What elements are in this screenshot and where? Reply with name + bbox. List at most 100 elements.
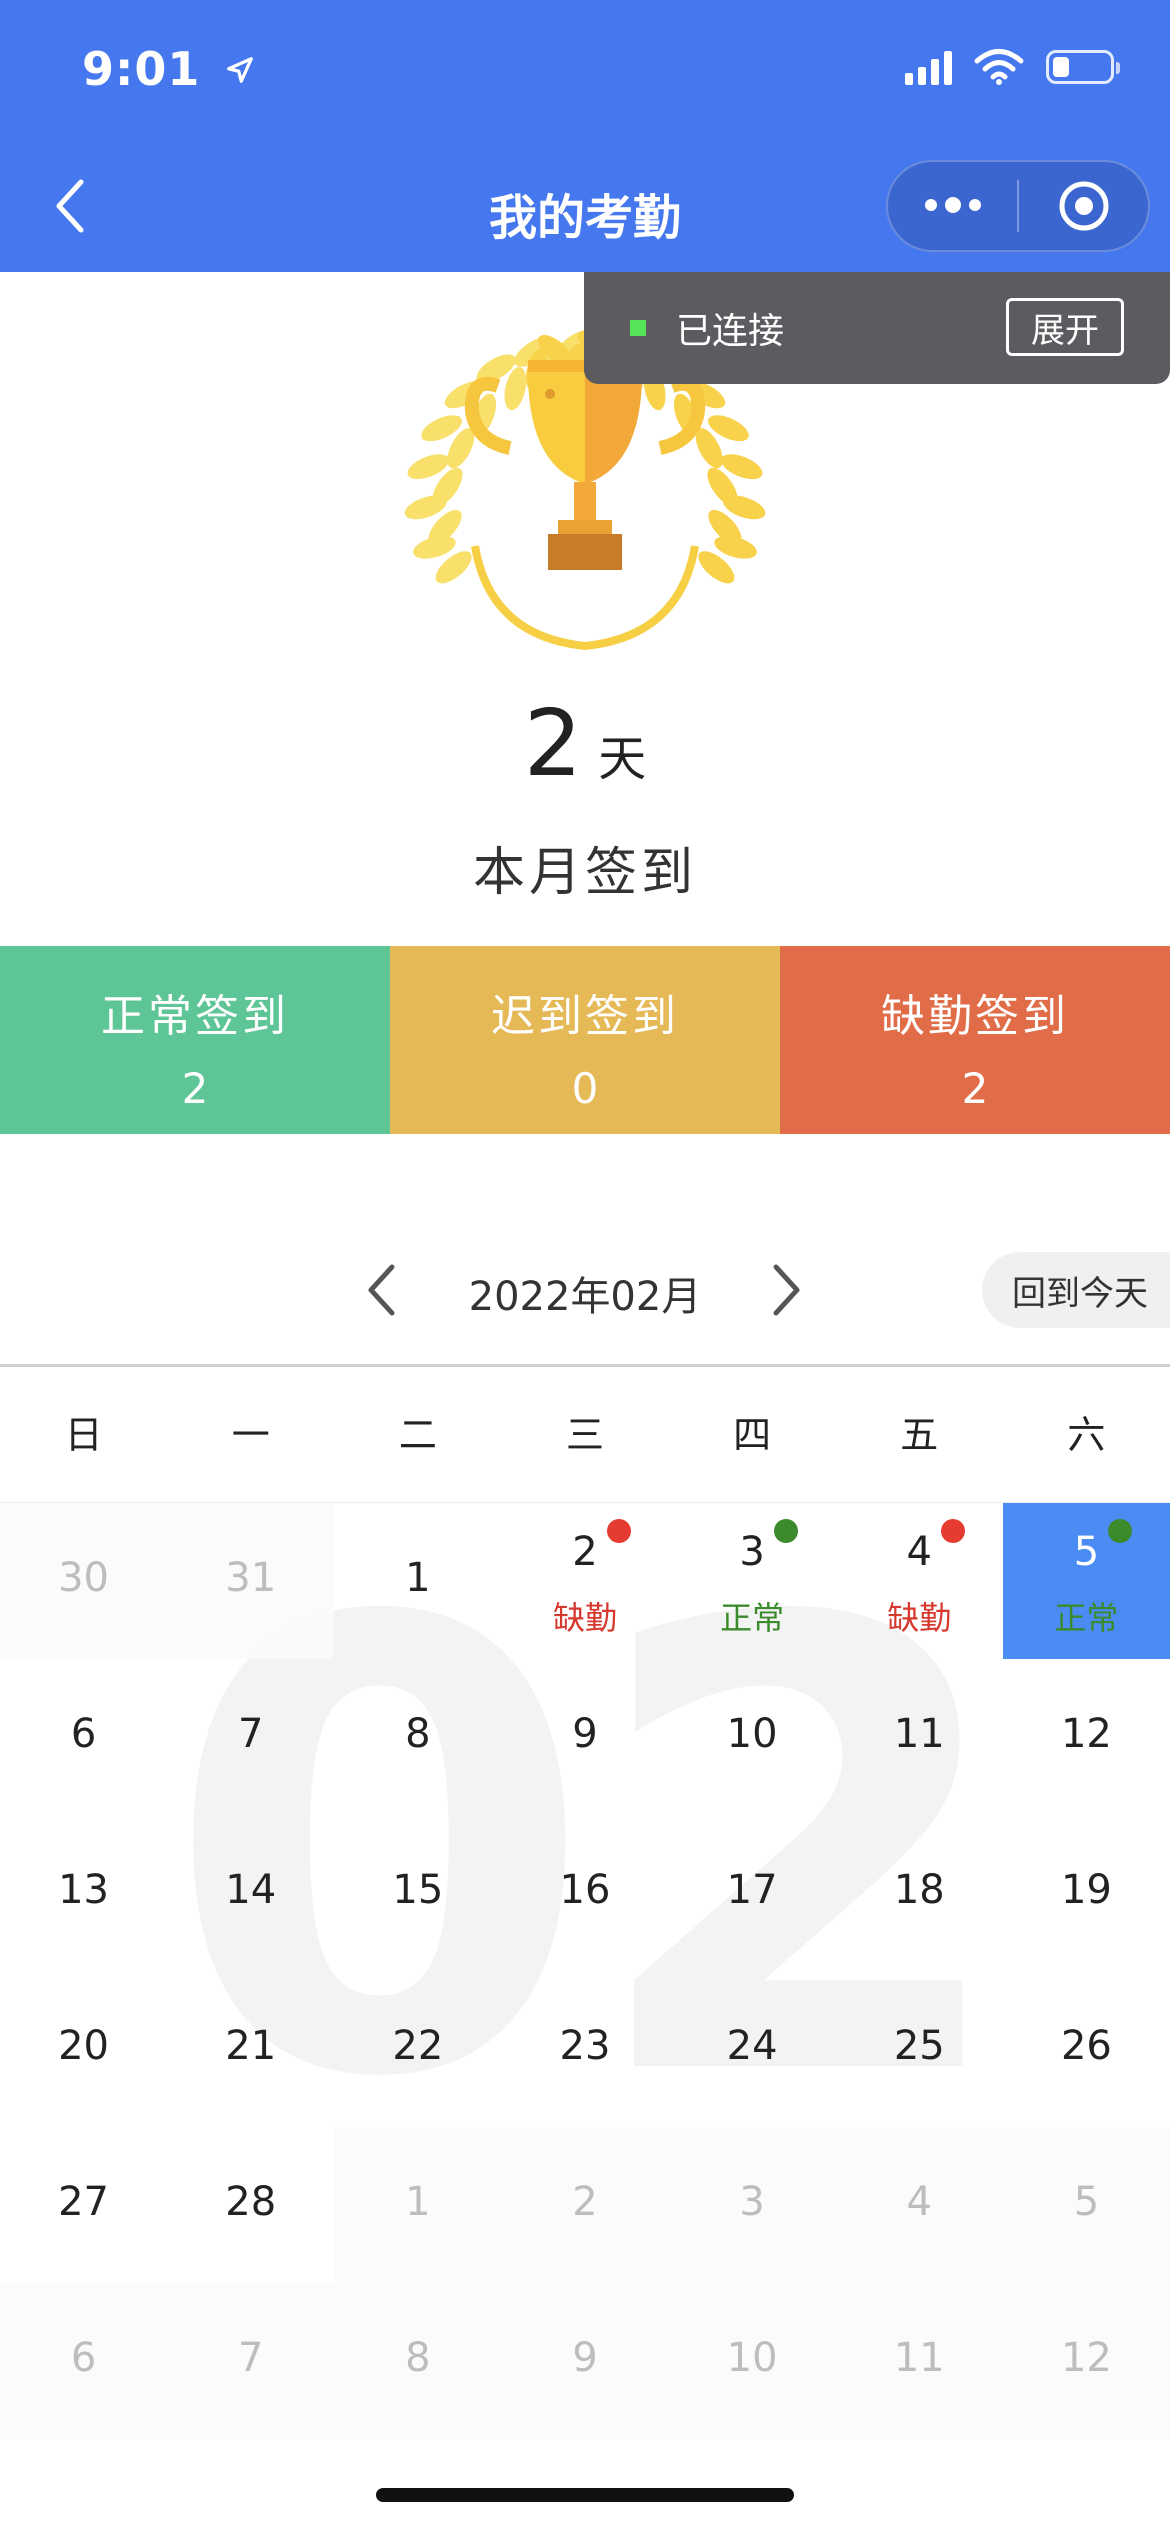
- day-number: 1: [405, 2179, 431, 2225]
- day-number: 6: [70, 1711, 97, 1757]
- day-number: 4: [906, 1529, 932, 1575]
- calendar-day[interactable]: 15: [334, 1815, 501, 1971]
- calendar-day[interactable]: 10: [668, 2283, 836, 2439]
- home-indicator: [376, 2488, 794, 2502]
- more-menu-button[interactable]: [888, 162, 1017, 250]
- calendar-day[interactable]: 11: [836, 1659, 1003, 1815]
- calendar-day[interactable]: 25: [836, 1971, 1003, 2127]
- calendar-day[interactable]: 24: [669, 1971, 836, 2127]
- previous-month-button[interactable]: [356, 1258, 406, 1322]
- calendar-day[interactable]: 9: [501, 1659, 668, 1815]
- calendar-day[interactable]: 21: [167, 1971, 334, 2127]
- wifi-icon: [974, 49, 1024, 85]
- day-number: 13: [58, 1867, 110, 1913]
- weekday-header: 日 一 二 三 四 五 六: [0, 1367, 1170, 1503]
- connection-status-text: 已连接: [676, 311, 785, 352]
- status-dot-icon: [773, 1519, 798, 1543]
- calendar-day[interactable]: 14: [167, 1815, 334, 1971]
- calendar-day[interactable]: 20: [0, 1971, 167, 2127]
- day-number: 7: [237, 1711, 264, 1757]
- chevron-left-icon: [368, 1264, 395, 1316]
- stat-late[interactable]: 迟到签到 0: [390, 946, 780, 1134]
- day-number: 16: [559, 1867, 611, 1913]
- day-number: 9: [572, 2335, 598, 2381]
- close-mini-program-button[interactable]: [1019, 162, 1148, 250]
- calendar-day[interactable]: 2 缺勤: [501, 1503, 668, 1659]
- calendar-day[interactable]: 10: [669, 1659, 836, 1815]
- status-dot-icon: [1107, 1519, 1132, 1543]
- day-number: 8: [405, 1711, 431, 1757]
- calendar-day[interactable]: 18: [836, 1815, 1003, 1971]
- calendar-day-selected[interactable]: 5 正常: [1002, 1503, 1170, 1659]
- calendar-day[interactable]: 23: [501, 1971, 668, 2127]
- calendar-day[interactable]: 8: [334, 1659, 501, 1815]
- day-number: 7: [237, 2335, 264, 2381]
- attendance-status-label: 正常: [720, 1599, 785, 1637]
- day-number: 25: [893, 2023, 945, 2069]
- calendar-day[interactable]: 3: [668, 2127, 836, 2283]
- back-to-today-button[interactable]: 回到今天: [982, 1252, 1170, 1328]
- calendar-day[interactable]: 31: [167, 1503, 335, 1659]
- more-dots-icon: [924, 197, 981, 213]
- battery-level: [1053, 57, 1069, 77]
- day-number: 19: [1060, 1867, 1112, 1913]
- day-number: 15: [392, 1867, 444, 1913]
- calendar-day[interactable]: 19: [1003, 1815, 1170, 1971]
- location-arrow-icon: [227, 57, 254, 83]
- day-number: 10: [726, 2335, 778, 2381]
- day-number: 17: [726, 1867, 778, 1913]
- calendar-day[interactable]: 4 缺勤: [836, 1503, 1003, 1659]
- day-number: 11: [893, 1711, 945, 1757]
- day-number: 2: [572, 1529, 598, 1575]
- day-number: 28: [225, 2179, 277, 2225]
- checkin-days-unit: 天: [598, 731, 647, 787]
- calendar-day[interactable]: 13: [0, 1815, 167, 1971]
- calendar-day[interactable]: 3 正常: [669, 1503, 836, 1659]
- status-bar-icons: [905, 48, 1120, 86]
- calendar-day[interactable]: 17: [669, 1815, 836, 1971]
- calendar-day[interactable]: 12: [1002, 2283, 1170, 2439]
- calendar-day[interactable]: 1: [334, 1503, 501, 1659]
- stat-normal[interactable]: 正常签到 2: [0, 946, 390, 1134]
- calendar-day[interactable]: 27: [0, 2127, 167, 2283]
- calendar-day[interactable]: 30: [0, 1503, 168, 1659]
- calendar-day[interactable]: 12: [1003, 1659, 1170, 1815]
- app-header: 9:01 我的考勤: [0, 0, 1170, 272]
- next-month-button[interactable]: [762, 1258, 812, 1322]
- calendar-day[interactable]: 7: [167, 1659, 334, 1815]
- expand-button[interactable]: 展开: [1006, 298, 1124, 356]
- calendar-day[interactable]: 6: [0, 2283, 168, 2439]
- day-number: 27: [58, 2179, 110, 2225]
- connection-toast: 已连接 展开: [584, 272, 1170, 384]
- calendar-day[interactable]: 11: [835, 2283, 1003, 2439]
- calendar-day[interactable]: 9: [501, 2283, 669, 2439]
- calendar-day[interactable]: 5: [1002, 2127, 1170, 2283]
- calendar-day[interactable]: 1: [334, 2127, 502, 2283]
- attendance-status-label: 缺勤: [552, 1599, 617, 1637]
- calendar-day[interactable]: 2: [501, 2127, 669, 2283]
- day-number: 14: [225, 1867, 277, 1913]
- calendar-day[interactable]: 22: [334, 1971, 501, 2127]
- calendar-day[interactable]: 6: [0, 1659, 167, 1815]
- day-number: 12: [1060, 1711, 1112, 1757]
- day-number: 5: [1073, 2179, 1100, 2225]
- weekday-label: 四: [733, 1413, 772, 1457]
- weekday-label: 三: [565, 1413, 604, 1457]
- calendar-day[interactable]: 7: [167, 2283, 335, 2439]
- stat-label: 正常签到: [101, 991, 289, 1042]
- calendar-day[interactable]: 16: [501, 1815, 668, 1971]
- stat-value: 2: [961, 1064, 989, 1113]
- cellular-signal-icon: [905, 49, 952, 85]
- calendar-day[interactable]: 4: [835, 2127, 1003, 2283]
- calendar-day[interactable]: 28: [167, 2127, 334, 2283]
- calendar-day[interactable]: 26: [1003, 1971, 1170, 2127]
- stat-absent[interactable]: 缺勤签到 2: [780, 946, 1170, 1134]
- attendance-status-label: 正常: [1054, 1599, 1119, 1637]
- chevron-right-icon: [773, 1264, 800, 1316]
- day-number: 26: [1060, 2023, 1112, 2069]
- day-number: 10: [726, 1711, 778, 1757]
- calendar-day[interactable]: 8: [334, 2283, 502, 2439]
- day-number: 5: [1073, 1529, 1100, 1575]
- weekday-label: 五: [900, 1413, 939, 1457]
- calendar-body: 02 30 31 1 2 缺勤 3 正常 4 缺勤 5 正常 6 7 8 9 10 11 12 13 14 15 16 17…: [0, 1503, 1170, 2439]
